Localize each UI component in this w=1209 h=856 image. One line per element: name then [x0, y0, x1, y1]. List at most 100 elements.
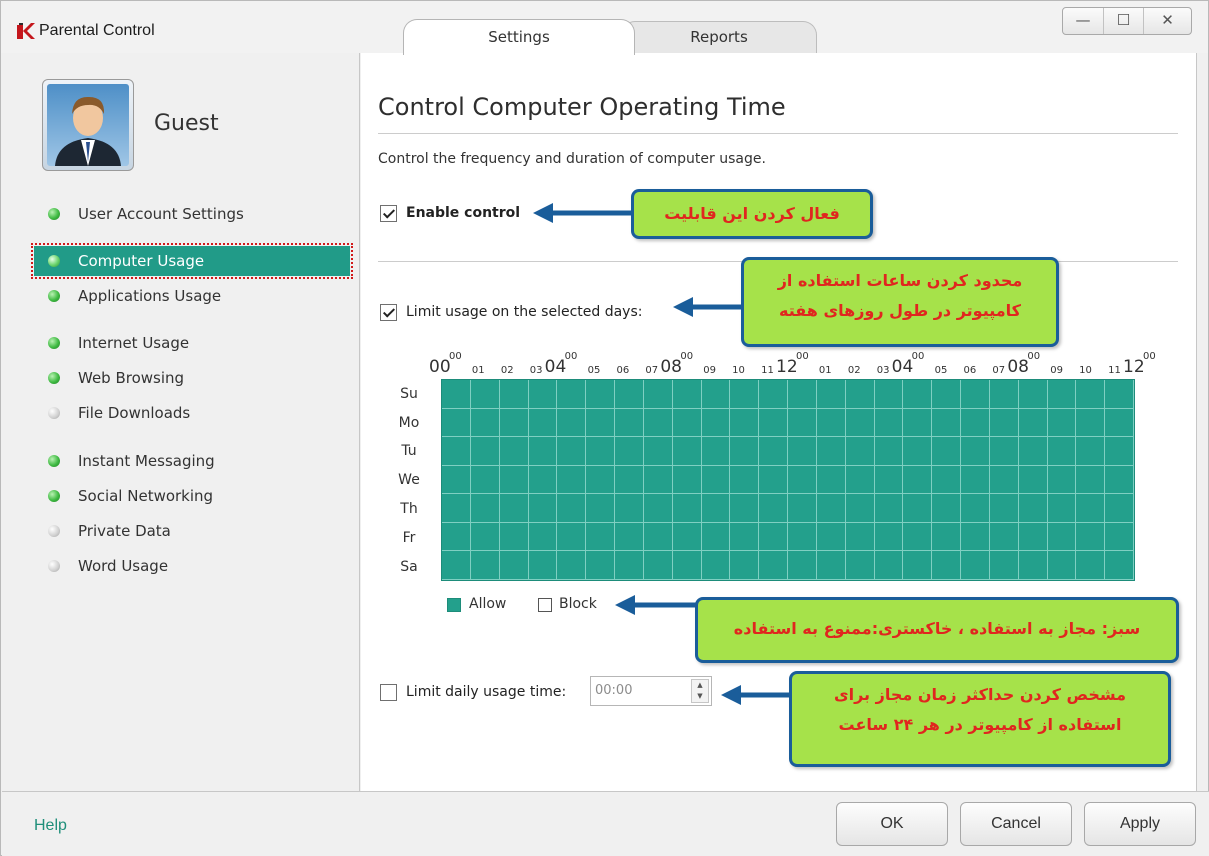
schedule-cell[interactable] — [932, 437, 961, 466]
schedule-cell[interactable] — [701, 522, 731, 552]
schedule-cell[interactable] — [470, 522, 500, 552]
schedule-cell[interactable] — [672, 465, 702, 495]
schedule-cell[interactable] — [874, 408, 904, 438]
schedule-cell[interactable] — [442, 522, 471, 552]
schedule-cell[interactable] — [989, 465, 1019, 495]
schedule-cell[interactable] — [586, 551, 615, 580]
schedule-cell[interactable] — [499, 522, 529, 552]
schedule-cell[interactable] — [759, 522, 788, 552]
schedule-cell[interactable] — [961, 551, 990, 580]
schedule-cell[interactable] — [701, 380, 731, 409]
sidebar-item-internet-usage[interactable]: Internet Usage — [34, 328, 350, 358]
schedule-cell[interactable] — [442, 437, 471, 466]
schedule-cell[interactable] — [961, 494, 990, 523]
schedule-cell[interactable] — [989, 380, 1019, 409]
sidebar-item-instant-messaging[interactable]: Instant Messaging — [34, 446, 350, 476]
schedule-cell[interactable] — [701, 465, 731, 495]
schedule-cell[interactable] — [643, 522, 673, 552]
schedule-cell[interactable] — [730, 437, 760, 466]
schedule-cell[interactable] — [730, 522, 760, 552]
schedule-cell[interactable] — [1076, 551, 1106, 580]
schedule-cell[interactable] — [672, 551, 702, 580]
schedule-cell[interactable] — [1076, 465, 1106, 495]
schedule-cell[interactable] — [845, 551, 875, 580]
sidebar-item-applications-usage[interactable]: Applications Usage — [34, 281, 350, 311]
schedule-cell[interactable] — [989, 408, 1019, 438]
schedule-cell[interactable] — [586, 465, 615, 495]
schedule-cell[interactable] — [1105, 551, 1134, 580]
tab-settings[interactable]: Settings — [403, 19, 635, 55]
daily-limit-checkbox[interactable] — [380, 684, 397, 701]
schedule-grid[interactable] — [441, 379, 1135, 581]
schedule-cell[interactable] — [788, 522, 817, 552]
schedule-cell[interactable] — [845, 522, 875, 552]
schedule-cell[interactable] — [442, 494, 471, 523]
schedule-cell[interactable] — [989, 551, 1019, 580]
schedule-cell[interactable] — [874, 465, 904, 495]
schedule-cell[interactable] — [643, 408, 673, 438]
daily-limit-time-input[interactable]: 00:00 ▲ ▼ — [590, 676, 712, 706]
schedule-cell[interactable] — [845, 437, 875, 466]
sidebar-item-user-account-settings[interactable]: User Account Settings — [34, 199, 350, 229]
schedule-cell[interactable] — [643, 551, 673, 580]
cancel-button[interactable]: Cancel — [960, 802, 1072, 846]
schedule-cell[interactable] — [759, 494, 788, 523]
schedule-cell[interactable] — [903, 437, 933, 466]
avatar[interactable] — [42, 79, 134, 171]
schedule-cell[interactable] — [759, 437, 788, 466]
schedule-cell[interactable] — [557, 408, 587, 438]
schedule-cell[interactable] — [643, 380, 673, 409]
schedule-cell[interactable] — [788, 408, 817, 438]
schedule-cell[interactable] — [845, 494, 875, 523]
schedule-cell[interactable] — [1105, 408, 1134, 438]
schedule-cell[interactable] — [470, 437, 500, 466]
schedule-cell[interactable] — [1047, 465, 1077, 495]
schedule-cell[interactable] — [903, 465, 933, 495]
minimize-button[interactable]: — — [1063, 8, 1103, 34]
schedule-cell[interactable] — [557, 465, 587, 495]
schedule-cell[interactable] — [586, 494, 615, 523]
schedule-cell[interactable] — [816, 408, 846, 438]
schedule-cell[interactable] — [932, 380, 961, 409]
schedule-cell[interactable] — [903, 551, 933, 580]
schedule-cell[interactable] — [845, 408, 875, 438]
schedule-cell[interactable] — [961, 437, 990, 466]
schedule-cell[interactable] — [1018, 522, 1048, 552]
schedule-cell[interactable] — [643, 437, 673, 466]
schedule-cell[interactable] — [788, 437, 817, 466]
schedule-cell[interactable] — [470, 408, 500, 438]
schedule-cell[interactable] — [874, 437, 904, 466]
schedule-cell[interactable] — [1047, 551, 1077, 580]
schedule-cell[interactable] — [1076, 494, 1106, 523]
schedule-cell[interactable] — [615, 494, 644, 523]
schedule-cell[interactable] — [643, 494, 673, 523]
schedule-cell[interactable] — [615, 551, 644, 580]
schedule-cell[interactable] — [932, 522, 961, 552]
schedule-cell[interactable] — [989, 522, 1019, 552]
close-button[interactable]: ✕ — [1143, 8, 1191, 34]
schedule-cell[interactable] — [470, 465, 500, 495]
schedule-cell[interactable] — [442, 465, 471, 495]
schedule-cell[interactable] — [557, 551, 587, 580]
schedule-cell[interactable] — [528, 522, 558, 552]
schedule-cell[interactable] — [672, 408, 702, 438]
schedule-cell[interactable] — [672, 494, 702, 523]
schedule-cell[interactable] — [788, 494, 817, 523]
schedule-cell[interactable] — [903, 494, 933, 523]
schedule-cell[interactable] — [1018, 437, 1048, 466]
schedule-cell[interactable] — [759, 408, 788, 438]
schedule-cell[interactable] — [816, 522, 846, 552]
schedule-cell[interactable] — [442, 551, 471, 580]
limit-days-label[interactable]: Limit usage on the selected days: — [406, 304, 642, 320]
schedule-cell[interactable] — [1047, 408, 1077, 438]
schedule-cell[interactable] — [615, 465, 644, 495]
schedule-cell[interactable] — [816, 380, 846, 409]
schedule-cell[interactable] — [730, 408, 760, 438]
schedule-cell[interactable] — [499, 465, 529, 495]
schedule-cell[interactable] — [816, 551, 846, 580]
schedule-cell[interactable] — [557, 437, 587, 466]
ok-button[interactable]: OK — [836, 802, 948, 846]
schedule-cell[interactable] — [903, 380, 933, 409]
schedule-cell[interactable] — [672, 380, 702, 409]
schedule-cell[interactable] — [672, 437, 702, 466]
